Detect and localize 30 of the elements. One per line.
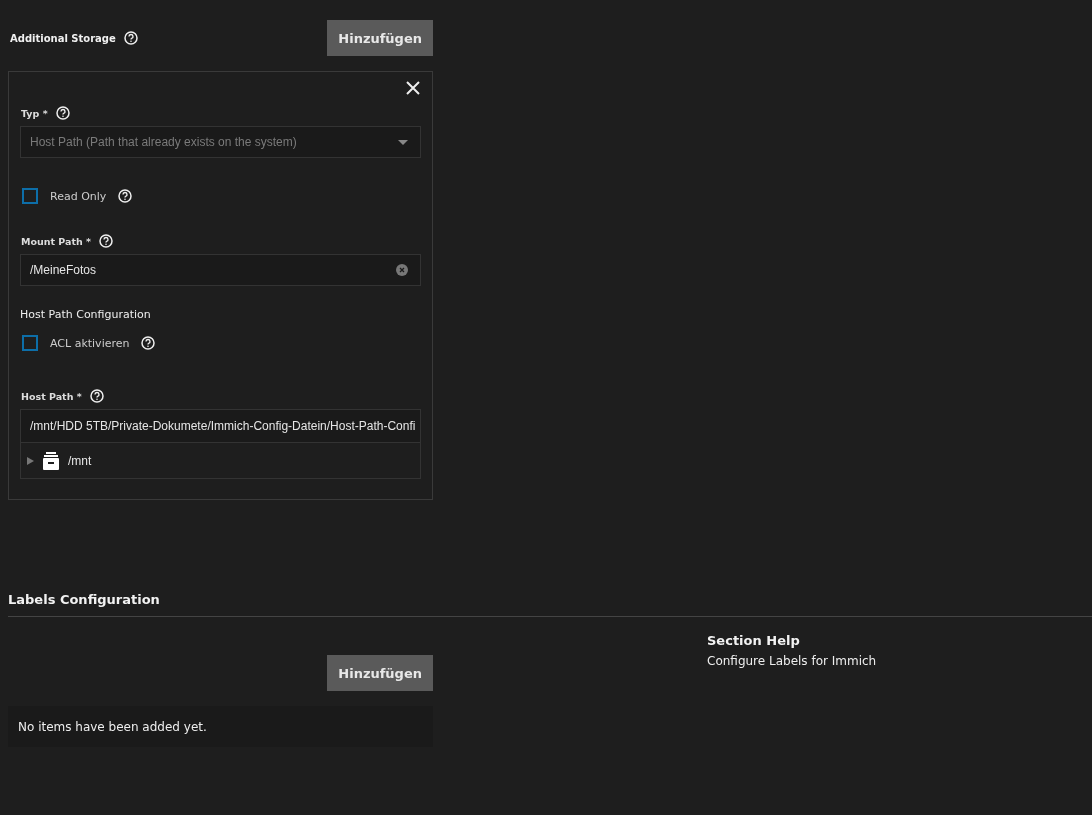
checkbox[interactable] [22, 335, 38, 351]
help-text: Configure Labels for Immich [707, 654, 877, 668]
field-label: Host Path * [21, 390, 82, 402]
help-icon[interactable] [118, 189, 133, 203]
mount-path-field[interactable]: /MeineFotos [20, 254, 421, 286]
clear-icon[interactable] [396, 264, 408, 276]
checkbox[interactable] [22, 188, 38, 204]
help-icon[interactable] [99, 234, 114, 248]
dataset-icon [42, 451, 60, 470]
close-icon[interactable] [405, 80, 421, 96]
help-icon[interactable] [89, 389, 104, 403]
empty-state-text: No items have been added yet. [8, 706, 433, 747]
host-path-field[interactable]: /mnt/HDD 5TB/Private-Dokumete/Immich-Config-Datein/Host-Path-Confi [20, 409, 421, 443]
field-label: Typ * [21, 107, 48, 119]
tree-label: /mnt [68, 453, 92, 468]
help-icon[interactable] [141, 336, 156, 350]
checkbox-label: ACL aktivieren [50, 336, 130, 350]
section-title: Labels Configuration [8, 592, 1092, 617]
tree-row[interactable]: /mnt [20, 443, 421, 479]
help-icon[interactable] [55, 106, 70, 120]
add-button[interactable]: Hinzufügen [327, 20, 433, 56]
checkbox-label: Read Only [50, 189, 107, 203]
field-label: Mount Path * [21, 235, 92, 247]
add-button[interactable]: Hinzufügen [327, 655, 433, 691]
expand-arrow-icon[interactable] [27, 456, 34, 465]
subsection-title: Host Path Configuration [20, 308, 152, 321]
dropdown-caret-icon [398, 139, 408, 145]
section-title: Additional Storage [10, 32, 116, 44]
help-icon[interactable] [123, 31, 138, 45]
help-title: Section Help [707, 633, 801, 648]
